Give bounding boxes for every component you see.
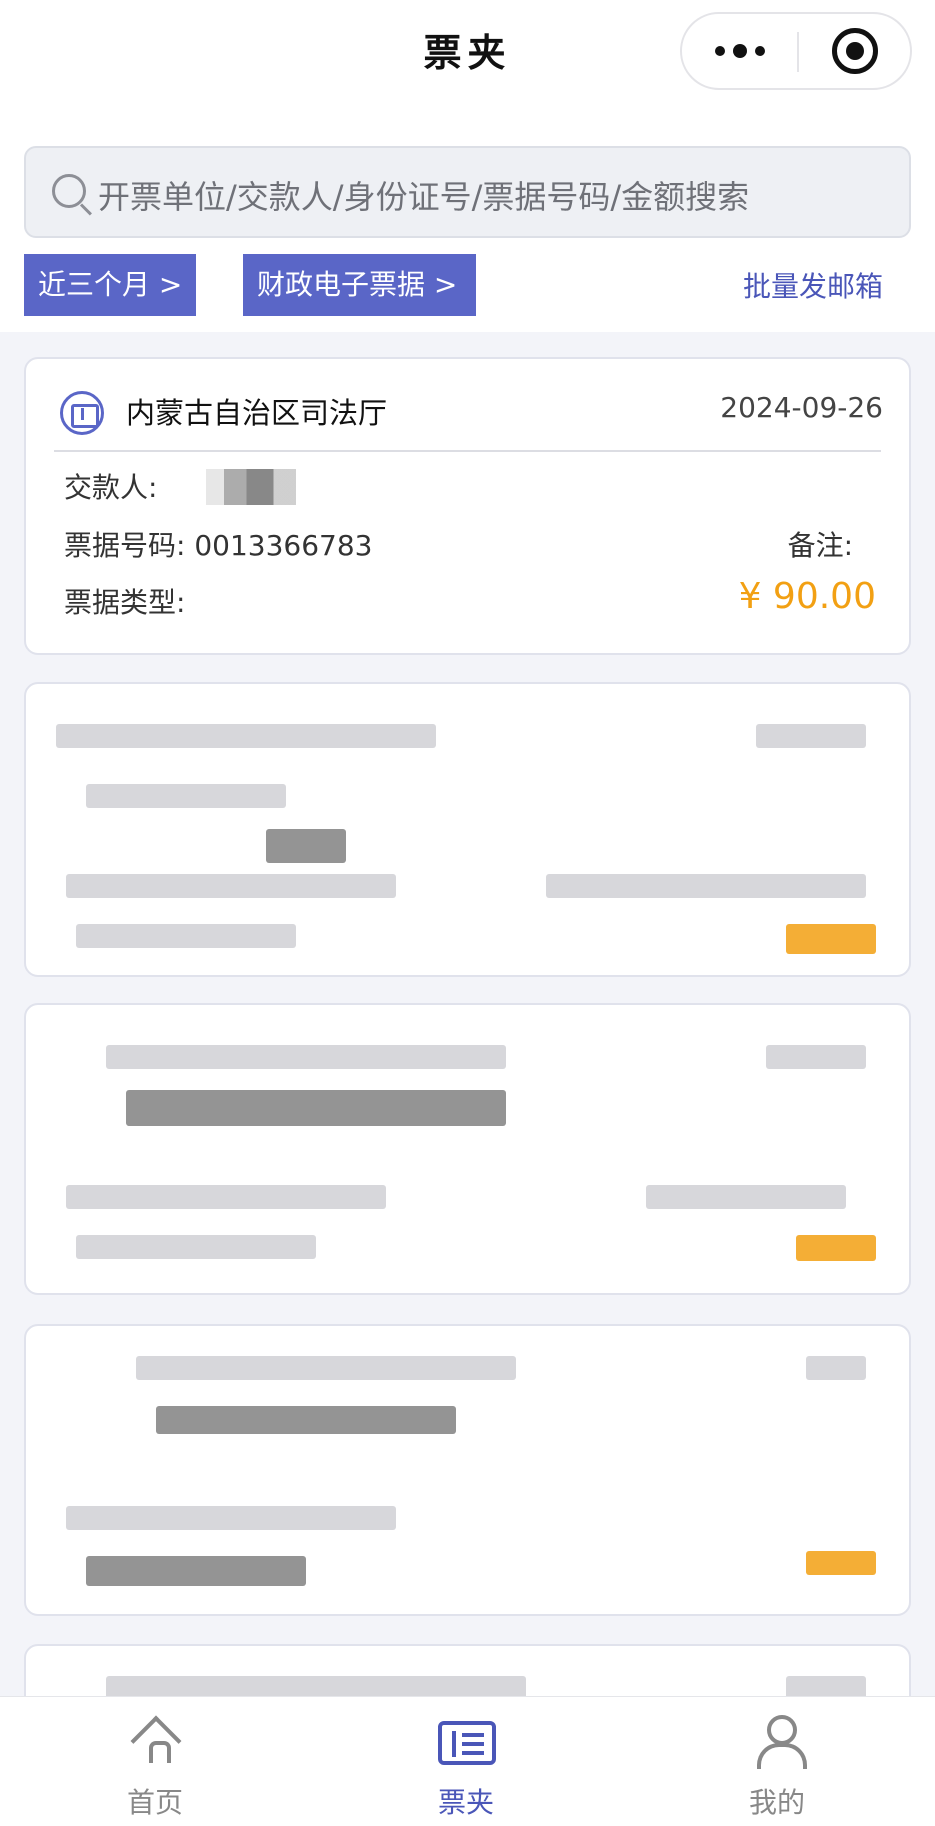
redacted-receipt-card[interactable] — [24, 1324, 911, 1616]
note-label: 备注: — [787, 529, 853, 562]
receipt-icon — [60, 391, 104, 435]
filter-panel: 开票单位/交款人/身份证号/票据号码/金额搜索 近三个月 > 财政电子票据 > … — [0, 100, 935, 332]
mini-program-capsule — [680, 12, 912, 90]
top-navigation-bar: 票夹 — [0, 0, 935, 100]
payer-name-redacted — [206, 469, 296, 505]
tab-home[interactable]: 首页 — [55, 1697, 255, 1826]
receipt-card[interactable]: 内蒙古自治区司法厅 2024-09-26 交款人: 票据号码: 00133667… — [24, 357, 911, 655]
search-input[interactable]: 开票单位/交款人/身份证号/票据号码/金额搜索 — [24, 146, 911, 238]
tab-label: 票夹 — [437, 1786, 494, 1819]
receipt-type-filter-button[interactable]: 财政电子票据 > — [243, 254, 476, 316]
receipt-number: 0013366783 — [194, 529, 373, 562]
home-icon — [130, 1719, 184, 1763]
redacted-receipt-card[interactable] — [24, 682, 911, 977]
more-dots-icon[interactable] — [682, 14, 797, 88]
receipt-date: 2024-09-26 — [720, 391, 883, 424]
batch-mail-link[interactable]: 批量发邮箱 — [743, 265, 883, 305]
card-divider — [54, 450, 881, 452]
receipt-number-label: 票据号码: — [64, 529, 186, 562]
search-placeholder: 开票单位/交款人/身份证号/票据号码/金额搜索 — [98, 178, 750, 216]
tab-label: 我的 — [748, 1786, 805, 1819]
target-circle-icon[interactable] — [832, 28, 878, 74]
issuer-name: 内蒙古自治区司法厅 — [126, 396, 388, 430]
receipt-amount: ¥ 90.00 — [738, 576, 876, 617]
search-icon — [52, 174, 86, 208]
receipt-number-row: 票据号码: 0013366783 — [64, 524, 373, 564]
user-icon — [755, 1715, 807, 1769]
receipt-type-label: 票据类型: — [64, 586, 186, 619]
tab-label: 首页 — [126, 1786, 183, 1819]
period-filter-button[interactable]: 近三个月 > — [24, 254, 196, 316]
capsule-divider — [797, 32, 799, 72]
bottom-tab-bar: 首页 票夹 我的 — [0, 1696, 935, 1826]
payer-label: 交款人: — [64, 471, 158, 504]
redacted-receipt-card[interactable] — [24, 1003, 911, 1295]
tab-mine[interactable]: 我的 — [677, 1697, 877, 1826]
ticket-folder-icon — [438, 1721, 496, 1765]
tab-ticket-folder[interactable]: 票夹 — [366, 1697, 566, 1826]
